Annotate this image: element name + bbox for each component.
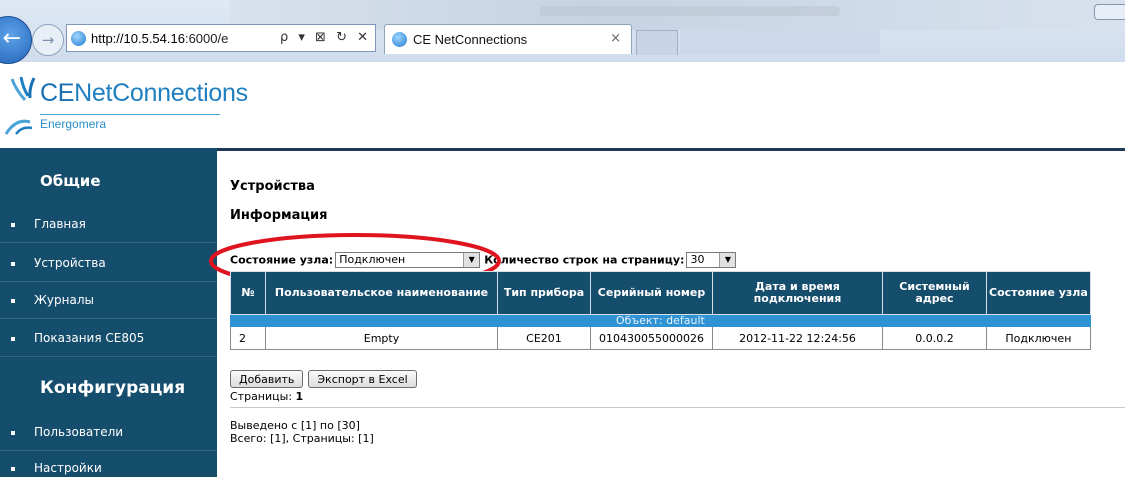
table-cell: Подключен [986, 326, 1091, 350]
column-header[interactable]: Тип прибора [497, 271, 591, 315]
section-title: Информация [230, 208, 328, 223]
rows-per-page-value: 30 [690, 253, 705, 266]
swoosh-icon [4, 119, 33, 135]
sidebar-item-readings-ce805[interactable]: Показания CE805 [0, 321, 217, 357]
blurred-tab-area [680, 30, 880, 54]
bullet-icon [11, 467, 15, 471]
brand-subtitle: Energomera [40, 117, 107, 131]
main-content: Устройства Информация Состояние узла: Под… [209, 151, 1125, 477]
filter-bar: Состояние узла: Подключен ▼ Количество стро… [230, 252, 737, 272]
devices-table: № Пользовательское наименование Тип приб… [230, 271, 1091, 350]
table-cell: 2012-11-22 12:24:56 [712, 326, 883, 350]
column-header[interactable]: № [230, 271, 266, 315]
globe-icon [71, 31, 86, 46]
sidebar-item-journals[interactable]: Журналы [0, 283, 217, 319]
column-header[interactable]: Состояние узла [986, 271, 1091, 315]
sidebar-item-label: Пользователи [34, 425, 124, 439]
app-logo[interactable]: CENetConnections Energomera [0, 76, 248, 138]
table-actions: Добавить Экспорт в Excel [230, 370, 422, 388]
state-filter-value: Подключен [339, 253, 406, 266]
back-arrow-icon: ← [2, 26, 21, 51]
bullet-icon [11, 299, 15, 303]
rows-per-page-select[interactable]: 30 ▼ [686, 252, 737, 268]
forward-button[interactable]: → [32, 24, 64, 56]
total-summary: Всего: [1], Страницы: [1] [230, 432, 374, 445]
url-text: http://10.5.54.16:6000/e [91, 31, 229, 46]
state-filter-label: Состояние узла: [230, 253, 334, 267]
sidebar-item-label: Устройства [34, 256, 106, 270]
column-header[interactable]: Серийный номер [590, 271, 713, 315]
browser-tab[interactable]: CE NetConnections × [384, 24, 632, 54]
table-cell: 2 [230, 326, 266, 350]
table-group-row: Объект: default [230, 314, 1091, 327]
window-control-button[interactable] [1094, 4, 1125, 20]
range-summary: Выведено с [1] по [30] [230, 419, 360, 432]
column-header[interactable]: Системный адрес [882, 271, 987, 315]
sidebar-section-configuration: Конфигурация [40, 378, 186, 398]
sidebar-item-label: Главная [34, 217, 86, 231]
tab-title: CE NetConnections [413, 32, 528, 47]
group-label: Объект: default [230, 314, 1091, 327]
sidebar-item-devices[interactable]: Устройства [0, 246, 217, 282]
sidebar-item-settings[interactable]: Настройки [0, 451, 217, 487]
forward-arrow-icon: → [41, 31, 55, 49]
table-cell: 010430055000026 [590, 326, 713, 350]
brand-name: CENetConnections [40, 79, 248, 107]
sidebar-item-label: Журналы [34, 293, 94, 307]
pagination: Страницы: 1 [230, 390, 303, 403]
table-cell: Empty [265, 326, 498, 350]
globe-icon [392, 32, 407, 47]
page-title: Устройства [230, 179, 315, 194]
sidebar: Общие Главная Устройства Журналы Показан… [0, 148, 217, 477]
pages-label: Страницы: [230, 390, 293, 403]
bullet-icon [11, 223, 15, 227]
window-title-text-blurred [540, 6, 840, 16]
address-bar[interactable]: http://10.5.54.16:6000/e ρ ▾ ⊠ ↻ ✕ [66, 24, 376, 52]
dropdown-arrow-icon[interactable]: ▼ [719, 253, 736, 267]
brand-divider [40, 114, 220, 115]
column-header[interactable]: Дата и время подключения [712, 271, 883, 315]
page-link[interactable]: 1 [296, 390, 304, 403]
table-cell: CE201 [497, 326, 591, 350]
divider [230, 407, 1125, 408]
new-tab-button[interactable] [636, 30, 678, 55]
column-header[interactable]: Пользовательское наименование [265, 271, 498, 315]
sidebar-item-home[interactable]: Главная [0, 207, 217, 243]
back-button[interactable]: ← [0, 16, 32, 64]
table-row[interactable]: 2 Empty CE201 010430055000026 2012-11-22… [230, 326, 1091, 350]
sidebar-item-label: Показания CE805 [34, 331, 145, 345]
add-button[interactable]: Добавить [230, 370, 304, 388]
logo-mark-icon [10, 76, 36, 102]
table-header-row: № Пользовательское наименование Тип приб… [230, 271, 1091, 315]
bullet-icon [11, 262, 15, 266]
sidebar-item-label: Настройки [34, 461, 102, 475]
dropdown-arrow-icon[interactable]: ▼ [463, 253, 480, 267]
export-excel-button[interactable]: Экспорт в Excel [308, 370, 417, 388]
address-bar-tools[interactable]: ρ ▾ ⊠ ↻ ✕ [280, 30, 371, 45]
bullet-icon [11, 337, 15, 341]
sidebar-item-users[interactable]: Пользователи [0, 415, 217, 451]
sidebar-section-general: Общие [40, 172, 101, 190]
rows-per-page-label: Количество строк на страницу: [484, 253, 685, 267]
table-cell: 0.0.0.2 [882, 326, 987, 350]
browser-chrome: ← → http://10.5.54.16:6000/e ρ ▾ ⊠ ↻ ✕ C… [0, 0, 1125, 64]
bullet-icon [11, 431, 15, 435]
state-filter-select[interactable]: Подключен ▼ [335, 252, 481, 268]
tab-close-icon[interactable]: × [610, 31, 621, 46]
